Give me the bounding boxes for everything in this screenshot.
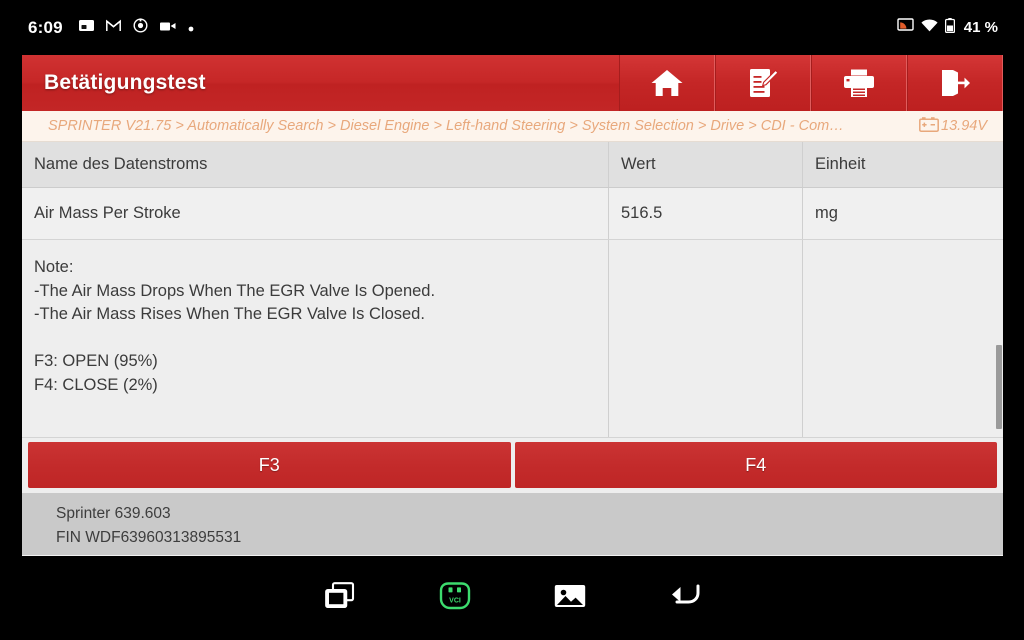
breadcrumb-path: SPRINTER V21.75 > Automatically Search >… [48,118,844,134]
status-notification-icons [78,17,897,38]
status-system-icons: 41 % [897,17,998,38]
column-header-unit: Einheit [815,155,866,173]
battery-voltage: 13.94V [919,116,995,136]
datastream-table: Name des Datenstroms Wert Einheit Air Ma… [22,142,1003,438]
cell-stream-unit: mg [815,204,838,222]
table-row[interactable]: Air Mass Per Stroke 516.5 mg [22,188,1003,240]
exit-icon [939,68,971,98]
gallery-icon [554,583,586,614]
status-clock: 6:09 [28,17,63,37]
battery-icon [944,17,955,38]
action-button-bar: F3 F4 [22,438,1003,493]
cell-stream-value: 516.5 [609,188,803,239]
dot-icon [188,19,194,37]
vehicle-info-bar: Sprinter 639.603 FIN WDF63960313895531 [22,493,1003,555]
battery-percent: 41 % [963,19,998,36]
voltage-value: 13.94V [941,118,987,134]
gallery-button[interactable] [512,583,627,614]
table-header-row: Name des Datenstroms Wert Einheit [22,142,1003,188]
recents-button[interactable] [282,581,397,615]
column-header-value: Wert [609,142,803,187]
home-button[interactable] [619,55,715,111]
screenshot-icon [78,19,94,37]
exit-button[interactable] [907,55,1003,111]
back-icon [668,583,702,614]
app-title-bar: Betätigungstest [22,55,1003,111]
cast-icon [897,18,914,37]
android-status-bar: 6:09 41 % [0,0,1024,55]
app-window: Betätigungstest SPRINTER V21.75 > Automa… [22,55,1003,556]
android-nav-bar: VCI [0,556,1024,640]
cell-note: Note: -The Air Mass Drops When The EGR V… [22,240,609,437]
note-text: Note: -The Air Mass Drops When The EGR V… [34,258,436,394]
breadcrumb[interactable]: SPRINTER V21.75 > Automatically Search >… [22,111,1003,142]
cell-note-unit [803,240,1003,437]
cell-stream-name: Air Mass Per Stroke [22,188,609,239]
vci-button[interactable]: VCI [397,581,512,616]
printer-icon [842,68,876,98]
f4-button[interactable]: F4 [514,442,997,488]
app-icon [133,17,148,38]
car-battery-icon [919,116,939,136]
table-scrollbar-thumb[interactable] [996,345,1002,429]
recents-icon [324,581,355,615]
table-scrollbar[interactable] [996,241,1002,437]
table-note-row: Note: -The Air Mass Drops When The EGR V… [22,240,1003,438]
back-button[interactable] [627,583,742,614]
wifi-icon [921,18,938,37]
report-button[interactable] [715,55,811,111]
print-button[interactable] [811,55,907,111]
vehicle-model: Sprinter 639.603 [56,505,171,522]
edit-report-icon [747,67,779,99]
screen-record-icon [159,19,176,37]
title-action-buttons [619,55,1003,111]
gmail-icon [105,19,121,37]
f3-button[interactable]: F3 [28,442,511,488]
page-title: Betätigungstest [44,71,206,94]
vci-connector-icon: VCI [434,581,476,616]
svg-text:VCI: VCI [449,597,461,604]
column-header-name: Name des Datenstroms [22,142,609,187]
vehicle-vin: FIN WDF63960313895531 [56,529,242,546]
cell-note-value [609,240,803,437]
home-icon [650,68,684,98]
